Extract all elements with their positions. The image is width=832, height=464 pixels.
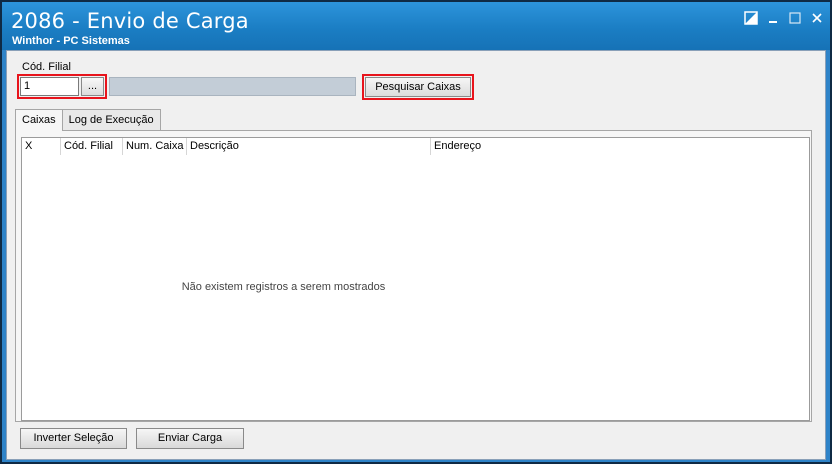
minimize-icon[interactable]: [766, 11, 782, 25]
tab-caixas[interactable]: Caixas: [15, 109, 63, 131]
filial-input[interactable]: 1: [20, 77, 79, 96]
filial-label: Cód. Filial: [22, 61, 71, 73]
tab-log-execucao[interactable]: Log de Execução: [61, 109, 161, 130]
window-title: 2086 - Envio de Carga: [11, 9, 249, 33]
window-controls: [744, 11, 826, 25]
app-window: 2086 - Envio de Carga Winthor - PC Siste…: [0, 0, 832, 464]
invert-selection-label: Inverter Seleção: [33, 432, 114, 444]
tab-strip: Caixas Log de Execução: [15, 109, 161, 131]
search-boxes-label: Pesquisar Caixas: [375, 81, 461, 93]
invert-selection-button[interactable]: Inverter Seleção: [20, 428, 127, 449]
column-header-descricao[interactable]: Descrição: [187, 138, 431, 155]
filial-description-field: [109, 77, 356, 96]
title-bar[interactable]: 2086 - Envio de Carga Winthor - PC Siste…: [2, 2, 830, 50]
grid-header: X Cód. Filial Num. Caixa Descrição Ender…: [22, 138, 809, 155]
column-header-endereco[interactable]: Endereço: [431, 138, 791, 155]
column-header-filial[interactable]: Cód. Filial: [61, 138, 123, 155]
close-icon[interactable]: [810, 11, 826, 25]
search-boxes-button[interactable]: Pesquisar Caixas: [365, 77, 471, 97]
send-load-button[interactable]: Enviar Carga: [136, 428, 244, 449]
form-body: Cód. Filial 1 ... Pesquisar Caixas Caixa…: [6, 50, 826, 460]
empty-grid-message: Não existem registros a serem mostrados: [181, 281, 386, 293]
column-header-select[interactable]: X: [22, 138, 61, 155]
tab-panel-caixas: X Cód. Filial Num. Caixa Descrição Ender…: [15, 130, 812, 422]
column-header-num-caixa[interactable]: Num. Caixa: [123, 138, 187, 155]
send-load-label: Enviar Carga: [157, 432, 223, 444]
window-subtitle: Winthor - PC Sistemas: [12, 35, 130, 47]
theme-toggle-icon[interactable]: [744, 11, 760, 25]
filial-lookup-button[interactable]: ...: [81, 77, 104, 96]
boxes-grid[interactable]: X Cód. Filial Num. Caixa Descrição Ender…: [21, 137, 810, 421]
maximize-icon[interactable]: [788, 11, 804, 25]
